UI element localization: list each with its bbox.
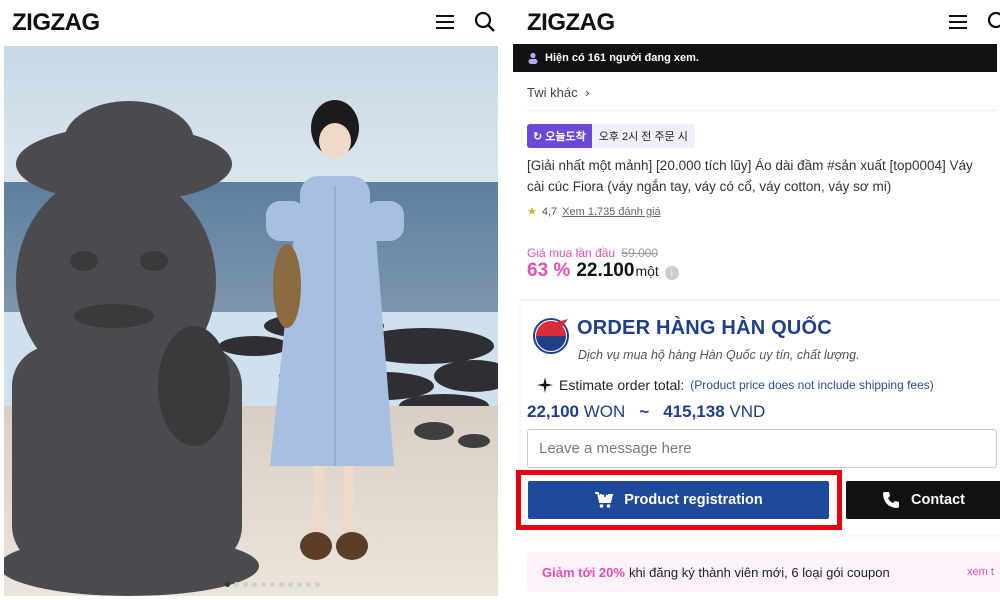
product-registration-label: Product registration — [624, 492, 763, 508]
carousel-dot[interactable] — [297, 582, 302, 587]
refresh-icon: ↻ — [533, 130, 543, 143]
search-icon[interactable] — [473, 10, 497, 34]
coupon-banner[interactable]: Giảm tới 20% khi đăng ký thành viên mới,… — [527, 552, 1000, 592]
zigzag-logo[interactable]: ZIGZAG — [527, 9, 615, 37]
search-icon[interactable] — [986, 10, 1000, 34]
coupon-highlight: Giảm tới 20% — [542, 564, 625, 580]
hamburger-menu-icon[interactable] — [946, 10, 970, 34]
product-photo[interactable] — [4, 46, 498, 596]
left-pane: ZIGZAG — [0, 0, 500, 600]
discount-percent: 63 % — [527, 260, 571, 281]
price-row: 63 % 22.100 một i — [527, 260, 679, 282]
rating-row: ★ 4,7 Xem 1.735 đánh giá — [527, 205, 661, 219]
vnd-unit: VND — [729, 402, 766, 421]
order-subtitle: Dịch vụ mua hộ hàng Hàn Quốc uy tín, chấ… — [578, 348, 860, 362]
vnd-amount: 415,138 VND — [663, 402, 765, 422]
delivery-badge: ↻ 오늘도착 오후 2시 전 주문 시 — [527, 124, 695, 148]
zigzag-logo[interactable]: ZIGZAG — [12, 9, 100, 37]
carousel-dot[interactable] — [261, 582, 266, 587]
rating-value: 4,7 — [541, 205, 558, 218]
chevron-right-icon: › — [585, 85, 590, 100]
left-header: ZIGZAG — [0, 0, 500, 44]
star-icon: ★ — [527, 206, 537, 218]
coupon-text: khi đăng ký thành viên mới, 6 loại gói c… — [628, 564, 890, 580]
contact-button[interactable]: Contact — [846, 481, 1000, 519]
first-purchase-price: Giá mua lần đầu 59.000 — [527, 246, 658, 260]
contact-label: Contact — [911, 492, 965, 508]
today-delivery-badge: ↻ 오늘도착 — [527, 124, 592, 148]
store-link[interactable]: Twi khác › — [527, 85, 590, 100]
product-registration-button[interactable]: Product registration — [528, 481, 829, 519]
vnd-value: 415,138 — [663, 402, 725, 421]
product-image — [4, 46, 498, 596]
estimate-note: (Product price does not include shipping… — [690, 378, 934, 392]
divider — [527, 110, 997, 111]
won-amount: 22,100 WON — [527, 402, 625, 422]
carousel-dot[interactable] — [306, 582, 311, 587]
right-header: ZIGZAG — [513, 0, 1000, 44]
first-price-label: Giá mua lần đầu — [527, 246, 616, 260]
carousel-dot[interactable] — [270, 582, 275, 587]
product-title: [Giải nhất một mảnh] [20.000 tích lũy] Á… — [527, 158, 973, 194]
person-icon — [528, 52, 538, 64]
carousel-dot[interactable] — [315, 582, 320, 587]
carousel-dot[interactable] — [288, 582, 293, 587]
info-icon[interactable]: i — [664, 266, 679, 280]
coupon-more-link[interactable]: xem t — [967, 566, 994, 578]
today-delivery-label: 오늘도착 — [545, 131, 586, 143]
price-unit: một — [635, 263, 659, 279]
carousel-indicator[interactable] — [225, 582, 320, 587]
range-separator: ~ — [639, 402, 650, 421]
order-korea-logo — [533, 318, 569, 354]
won-value: 22,100 — [527, 402, 579, 421]
estimate-amounts: 22,100 WON ~ 415,138 VND — [527, 402, 765, 422]
estimate-row: Estimate order total: (Product price doe… — [537, 377, 934, 393]
cart-icon — [595, 491, 614, 508]
viewers-text: Hiện có 161 người đang xem. — [545, 52, 699, 64]
carousel-dot[interactable] — [225, 582, 230, 587]
won-unit: WON — [583, 402, 626, 421]
order-time-badge: 오후 2시 전 주문 시 — [591, 124, 695, 148]
sparkle-icon — [537, 377, 553, 393]
order-title: ORDER HÀNG HÀN QUỐC — [577, 317, 832, 339]
sale-price: 22.100 — [576, 260, 635, 281]
reviews-link[interactable]: Xem 1.735 đánh giá — [562, 206, 660, 218]
original-price: 59.000 — [621, 246, 659, 260]
carousel-dot[interactable] — [243, 582, 248, 587]
hamburger-menu-icon[interactable] — [433, 10, 457, 34]
store-link-label: Twi khác — [527, 85, 578, 100]
estimate-label: Estimate order total: — [559, 377, 685, 393]
phone-icon — [883, 492, 899, 508]
carousel-dot[interactable] — [279, 582, 284, 587]
carousel-dot[interactable] — [234, 582, 239, 587]
carousel-dot[interactable] — [252, 582, 257, 587]
message-input[interactable] — [527, 429, 997, 468]
live-viewers-bar: Hiện có 161 người đang xem. — [513, 44, 997, 72]
